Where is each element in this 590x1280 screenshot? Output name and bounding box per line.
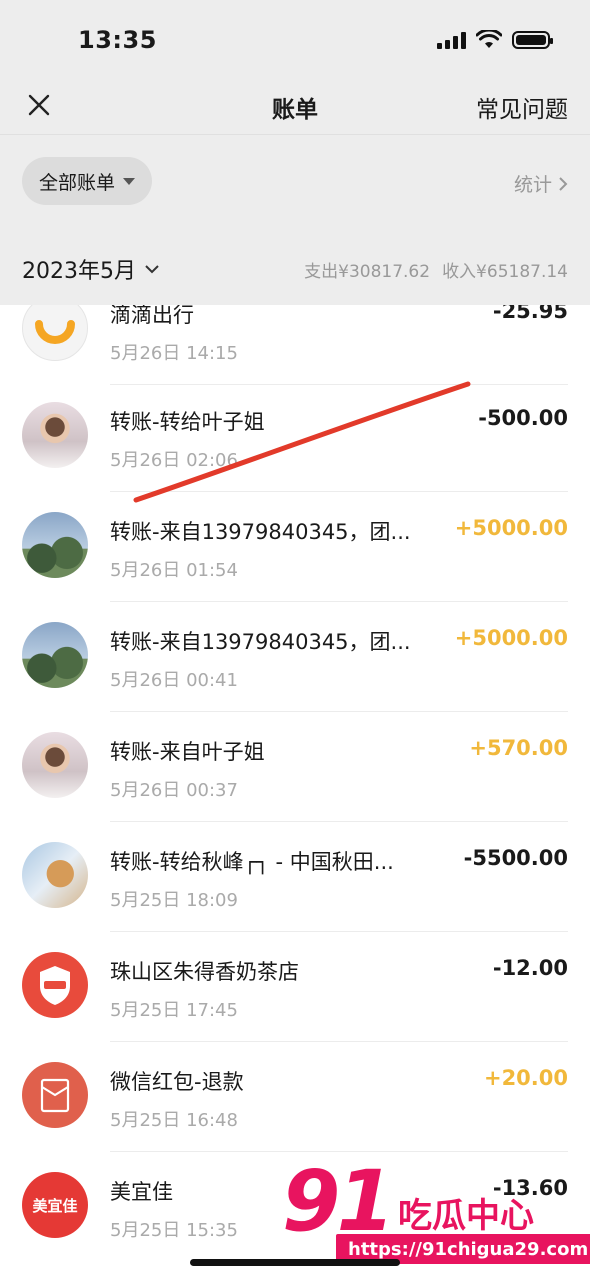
transaction-row[interactable]: 转账-来自13979840345，团... 5月26日 00:41 +5000.… (0, 602, 590, 712)
meiyijia-logo-icon: 美宜佳 (22, 1172, 88, 1238)
nav-bar: 账单 常见问题 (0, 78, 590, 135)
transaction-row[interactable]: 转账-转给秋峰┌┐ - 中国秋田... 5月25日 18:09 -5500.00 (0, 822, 590, 932)
transaction-amount: +5000.00 (454, 516, 568, 540)
month-summary: 支出¥30817.62 收入¥65187.14 (304, 257, 568, 282)
transaction-date: 5月26日 14:15 (110, 343, 238, 364)
transaction-name: 微信红包-退款 (110, 1070, 244, 1094)
tree-avatar (22, 622, 88, 688)
transaction-date: 5月25日 17:45 (110, 1000, 238, 1021)
chevron-right-icon (559, 176, 568, 191)
transaction-date: 5月26日 01:54 (110, 560, 238, 581)
transaction-date: 5月26日 02:06 (110, 450, 238, 471)
watermark-name: 吃瓜中心 (398, 1196, 534, 1236)
transaction-name: 转账-来自13979840345，团... (110, 630, 411, 654)
transaction-date: 5月26日 00:41 (110, 670, 238, 691)
paid-badge-icon (22, 952, 88, 1018)
expense-summary: 支出¥30817.62 (304, 262, 431, 282)
transaction-date: 5月25日 15:35 (110, 1220, 238, 1241)
transaction-amount: -5500.00 (463, 846, 568, 870)
transaction-date: 5月25日 18:09 (110, 890, 238, 911)
status-time: 13:35 (78, 26, 157, 54)
month-bar: 2023年5月 支出¥30817.62 收入¥65187.14 (0, 227, 590, 305)
transaction-row[interactable]: 珠山区朱得香奶茶店 5月25日 17:45 -12.00 (0, 932, 590, 1042)
transaction-name: 转账-来自叶子姐 (110, 740, 265, 764)
faq-link[interactable]: 常见问题 (476, 90, 568, 124)
transaction-row[interactable]: 转账-来自13979840345，团... 5月26日 01:54 +5000.… (0, 492, 590, 602)
transaction-name: 转账-转给叶子姐 (110, 410, 265, 434)
transaction-name: 美宜佳 (110, 1180, 173, 1204)
home-indicator (190, 1259, 400, 1266)
caret-down-icon (123, 177, 136, 185)
transaction-amount: -12.00 (492, 956, 568, 980)
status-bar: 13:35 (0, 0, 590, 78)
status-icons (437, 30, 553, 50)
dog-avatar (22, 842, 88, 908)
transaction-list: 滴滴出行 5月26日 14:15 -25.95 转账-转给叶子姐 5月26日 0… (0, 305, 590, 1280)
month-selector[interactable]: 2023年5月 (22, 253, 160, 285)
transaction-date: 5月25日 16:48 (110, 1110, 238, 1131)
cellular-signal-icon (437, 31, 466, 49)
bill-filter-label: 全部账单 (39, 171, 116, 194)
transaction-row[interactable]: 微信红包-退款 5月25日 16:48 +20.00 (0, 1042, 590, 1152)
transaction-row[interactable]: 转账-来自叶子姐 5月26日 00:37 +570.00 (0, 712, 590, 822)
bill-filter-button[interactable]: 全部账单 (22, 157, 153, 205)
person-avatar (22, 732, 88, 798)
tree-avatar (22, 512, 88, 578)
stats-link[interactable]: 统计 (514, 170, 568, 197)
transaction-name: 转账-来自13979840345，团... (110, 520, 411, 544)
transaction-amount: -25.95 (492, 305, 568, 323)
chevron-down-icon (145, 265, 159, 274)
red-packet-icon (22, 1062, 88, 1128)
month-label: 2023年5月 (22, 259, 136, 284)
didi-logo-icon (22, 305, 88, 361)
transaction-date: 5月26日 00:37 (110, 780, 238, 801)
wifi-icon (476, 30, 502, 48)
transaction-amount: +20.00 (483, 1066, 568, 1090)
filter-bar: 全部账单 统计 (0, 135, 590, 227)
income-summary: 收入¥65187.14 (442, 262, 568, 282)
transaction-name: 转账-转给秋峰┌┐ - 中国秋田... (110, 850, 394, 874)
person-avatar (22, 402, 88, 468)
transaction-row[interactable]: 转账-转给叶子姐 5月26日 02:06 -500.00 (0, 382, 590, 492)
transaction-row[interactable]: 滴滴出行 5月26日 14:15 -25.95 (0, 305, 590, 385)
transaction-amount: +5000.00 (454, 626, 568, 650)
transaction-name: 滴滴出行 (110, 305, 194, 327)
transaction-amount: +570.00 (469, 736, 568, 760)
stats-label: 统计 (513, 174, 552, 196)
battery-icon (512, 31, 553, 49)
transaction-name: 珠山区朱得香奶茶店 (110, 960, 299, 984)
transaction-amount: -500.00 (478, 406, 568, 430)
